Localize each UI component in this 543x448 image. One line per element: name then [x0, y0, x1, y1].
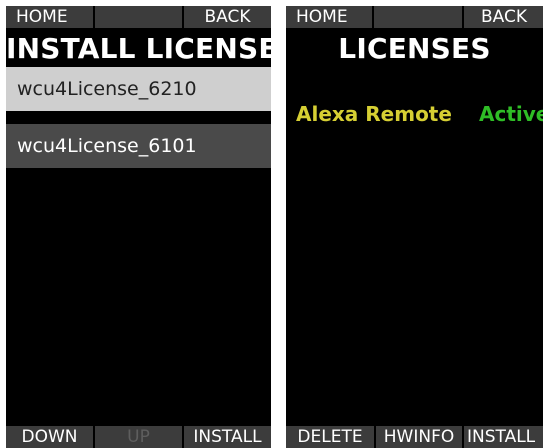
bottom-bar: DELETE HWINFO INSTALL	[286, 426, 543, 448]
install-button[interactable]: INSTALL	[184, 426, 271, 448]
page-title: LICENSES	[338, 32, 491, 65]
delete-button[interactable]: DELETE	[286, 426, 374, 448]
license-file-item[interactable]: wcu4License_6101	[6, 124, 271, 168]
down-button[interactable]: DOWN	[6, 426, 93, 448]
top-bar-blank-button[interactable]	[374, 6, 462, 28]
licenses-screen: HOME BACK LICENSES Alexa Remote Active D…	[286, 6, 543, 448]
back-button[interactable]: BACK	[464, 6, 543, 28]
license-file-item-selected[interactable]: wcu4License_6210	[6, 67, 271, 111]
top-bar: HOME BACK	[286, 6, 543, 28]
bottom-bar: DOWN UP INSTALL	[6, 426, 271, 448]
up-button[interactable]: UP	[95, 426, 182, 448]
license-row[interactable]: Alexa Remote Active	[286, 99, 543, 129]
license-name: Alexa Remote	[296, 102, 452, 126]
install-button[interactable]: INSTALL	[464, 426, 543, 448]
hwinfo-button[interactable]: HWINFO	[376, 426, 462, 448]
top-bar: HOME BACK	[6, 6, 271, 28]
page-title: INSTALL LICENSE	[6, 32, 271, 65]
install-license-screen: HOME BACK INSTALL LICENSE wcu4License_62…	[6, 6, 271, 448]
license-status: Active	[479, 102, 543, 126]
top-bar-blank-button[interactable]	[95, 6, 182, 28]
home-button[interactable]: HOME	[6, 6, 93, 28]
back-button[interactable]: BACK	[184, 6, 271, 28]
home-button[interactable]: HOME	[286, 6, 372, 28]
